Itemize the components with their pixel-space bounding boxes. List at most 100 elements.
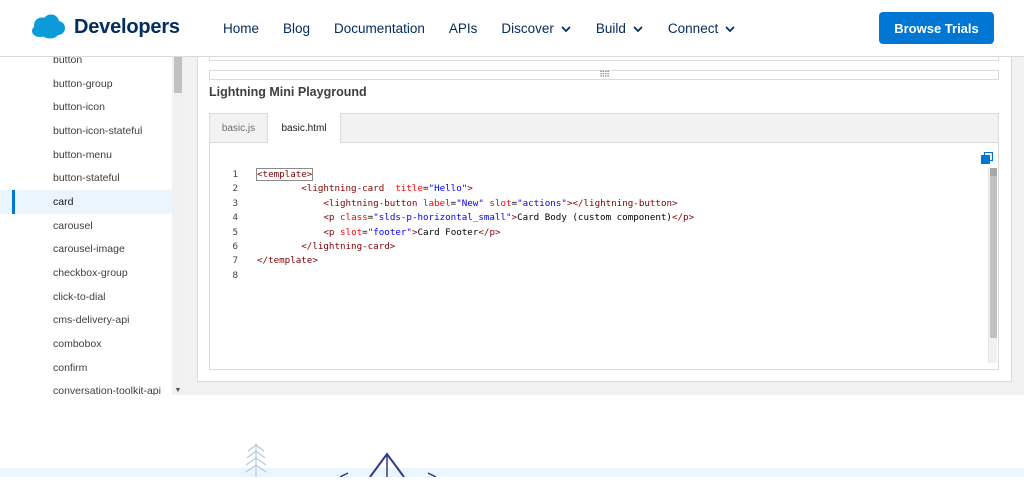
line-number: 8 <box>232 269 238 281</box>
drag-grip-icon: ⠿⠿ <box>599 70 610 79</box>
code-token-str: "footer" <box>367 226 412 238</box>
nav-item-discover[interactable]: Discover <box>501 21 572 36</box>
browse-trials-button[interactable]: Browse Trials <box>879 12 994 44</box>
line-number: 4 <box>232 212 238 224</box>
line-number: 5 <box>232 226 238 238</box>
sidebar-item-label: button-icon <box>53 101 105 114</box>
sidebar-item-cms-delivery-api[interactable]: cms-delivery-api <box>0 309 172 333</box>
tree-illustration-icon <box>244 441 268 482</box>
code-token-attr: slot <box>340 226 363 238</box>
sidebar-item-button[interactable]: button <box>0 57 172 72</box>
code-token-tag: </lightning-card> <box>301 240 396 252</box>
top-navigation: Developers Home Blog Documentation APIs Disc… <box>0 0 1024 57</box>
code-token-tag: <p <box>323 212 335 224</box>
copy-icon[interactable] <box>981 151 994 164</box>
sidebar-list: button button-group button-icon button-icon… <box>0 57 172 395</box>
sidebar-scrollbar[interactable]: ▼ <box>172 57 184 395</box>
nav-item-label: APIs <box>448 21 478 36</box>
sidebar-item-label: card <box>53 195 74 208</box>
line-number: 1 <box>232 169 238 180</box>
code-line: 1 <template> <box>218 168 988 182</box>
nav-item-apis[interactable]: APIs <box>449 21 478 36</box>
footer-decoration <box>0 395 1024 477</box>
code-token-tag: ></lightning-button> <box>566 197 678 209</box>
code-token-tag: <lightning-button <box>323 197 418 209</box>
nav-item-label: Discover <box>501 21 554 36</box>
code-lines[interactable]: 1 <template> 2 <lightning-card title="Hell… <box>218 168 988 283</box>
code-token-tag: <lightning-card <box>301 183 385 195</box>
code-token-attr: label <box>422 197 451 209</box>
nav-item-label: Blog <box>283 21 311 36</box>
sidebar-item-label: conversation-toolkit-api <box>53 385 161 395</box>
playground-title: Lightning Mini Playground <box>209 85 367 99</box>
code-token-tag: </p> <box>478 226 501 238</box>
sidebar-item-button-icon-stateful[interactable]: button-icon-stateful <box>0 119 172 143</box>
resize-handle[interactable]: ⠿⠿ <box>209 70 999 80</box>
sidebar-item-button-icon[interactable]: button-icon <box>0 95 172 119</box>
tab-basic-html[interactable]: basic.html <box>267 113 341 144</box>
code-token-str: "actions" <box>517 197 567 209</box>
sidebar-item-checkbox-group[interactable]: checkbox-group <box>0 261 172 285</box>
code-line: 4 <p class="slds-p-horizontal_small">Car… <box>218 211 988 225</box>
nav-item-blog[interactable]: Blog <box>283 21 310 36</box>
code-line: 6 </lightning-card> <box>218 240 988 254</box>
main-nav: Home Blog Documentation APIs Discover Build Co… <box>223 0 760 57</box>
code-token-tag: </template> <box>257 255 318 267</box>
nav-item-label: Build <box>595 21 626 36</box>
footer-band <box>0 468 1024 477</box>
sidebar-item-confirm[interactable]: confirm <box>0 356 172 380</box>
sidebar-item-label: button-stateful <box>53 172 120 185</box>
sidebar-item-combobox[interactable]: combobox <box>0 332 172 356</box>
editor-scroll-thumb[interactable] <box>990 168 997 338</box>
code-token-str: "slds-p-horizontal_small" <box>373 212 512 224</box>
code-token-attr: slot <box>489 197 512 209</box>
nav-item-label: Connect <box>667 21 719 36</box>
code-token-str: "Hello" <box>428 183 468 195</box>
sidebar-item-button-group[interactable]: button-group <box>0 72 172 96</box>
sidebar-item-label: checkbox-group <box>53 267 128 280</box>
tab-basic-js[interactable]: basic.js <box>210 113 267 144</box>
logo-text: Developers <box>74 15 180 38</box>
code-token-str: "New" <box>456 197 484 209</box>
sidebar-item-label: button-group <box>53 77 113 90</box>
sidebar-item-label: cms-delivery-api <box>53 314 130 327</box>
scroll-down-arrow-icon[interactable]: ▼ <box>174 387 182 394</box>
nav-item-home[interactable]: Home <box>223 21 259 36</box>
nav-item-build[interactable]: Build <box>596 21 644 36</box>
sidebar-item-carousel[interactable]: carousel <box>0 214 172 238</box>
code-text: <template> <box>255 168 314 182</box>
code-token-attr: class <box>340 212 368 224</box>
sidebar-item-button-stateful[interactable]: button-stateful <box>0 166 172 190</box>
nav-item-connect[interactable]: Connect <box>668 21 736 36</box>
code-line: 8 <box>218 269 988 283</box>
sidebar-item-label: button <box>53 57 83 66</box>
nav-item-documentation[interactable]: Documentation <box>334 21 425 36</box>
sidebar-item-carousel-image[interactable]: carousel-image <box>0 238 172 262</box>
nav-item-label: Home <box>223 21 260 36</box>
code-text: <lightning-card title="Hello"> <box>257 182 473 196</box>
chevron-down-icon <box>560 23 572 35</box>
site-logo[interactable]: Developers <box>30 13 180 41</box>
sidebar-item-label: click-to-dial <box>53 290 106 303</box>
sidebar-item-button-menu[interactable]: button-menu <box>0 143 172 167</box>
code-text: <lightning-button label="New" slot="acti… <box>257 197 678 211</box>
sidebar-item-click-to-dial[interactable]: click-to-dial <box>0 285 172 309</box>
code-token-attr: title <box>395 183 423 195</box>
code-line: 7 </template> <box>218 254 988 268</box>
sidebar-item-conversation-toolkit-api[interactable]: conversation-toolkit-api <box>0 380 172 395</box>
editor-scrollbar[interactable] <box>988 168 997 363</box>
editor-tab-bar: basic.js basic.html <box>209 113 999 144</box>
editor-scroll-up-icon[interactable] <box>990 168 997 176</box>
sidebar-item-label: carousel <box>53 219 93 232</box>
preview-panel-bottom <box>209 57 999 61</box>
sidebar-scroll-thumb[interactable] <box>174 57 182 93</box>
line-number: 3 <box>232 197 238 209</box>
sidebar-item-card[interactable]: card <box>0 190 172 214</box>
code-token-txt: Card Body (custom component) <box>517 212 672 224</box>
line-number: 2 <box>232 183 238 195</box>
